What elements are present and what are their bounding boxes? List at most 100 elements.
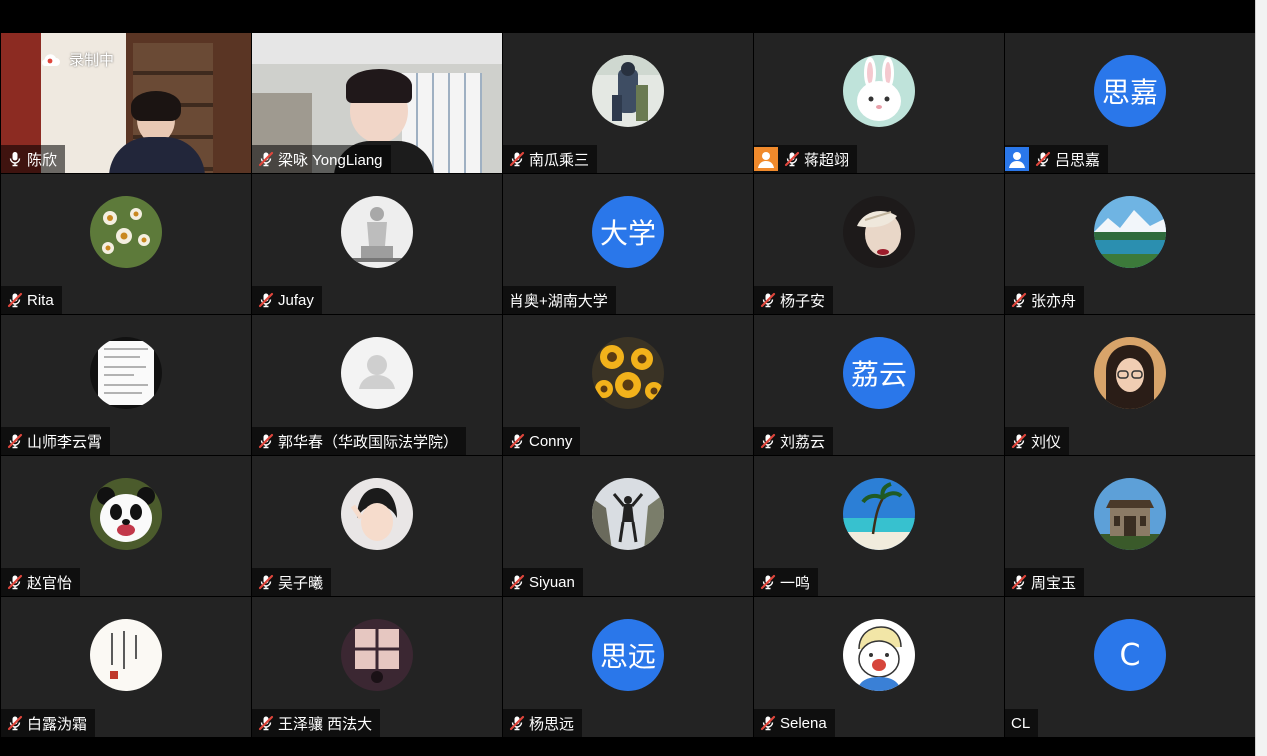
- mic-muted-icon: [509, 433, 525, 449]
- photo-lake-icon: [1094, 196, 1166, 268]
- participant-tile[interactable]: 荔云刘荔云: [754, 315, 1004, 455]
- cloud-record-icon: [39, 52, 61, 68]
- name-plate: 梁咏 YongLiang: [252, 145, 391, 173]
- recording-indicator: 录制中: [39, 49, 114, 70]
- participant-name: 吴子曦: [278, 574, 324, 592]
- participant-name: 周宝玉: [1031, 574, 1077, 592]
- participant-tile[interactable]: 张亦舟: [1005, 174, 1255, 314]
- cohost-blue-icon: [1005, 147, 1029, 171]
- photo-hiker-icon: [592, 478, 664, 550]
- mic-muted-icon: [258, 715, 274, 731]
- photo-boy-icon: [341, 478, 413, 550]
- name-plate: Jufay: [252, 286, 322, 314]
- mic-muted-icon: [1011, 574, 1027, 590]
- photo-cartoon-icon: [843, 619, 915, 691]
- participant-tile[interactable]: Conny: [503, 315, 753, 455]
- participant-tile[interactable]: 蒋超翊: [754, 33, 1004, 173]
- participant-tile[interactable]: 杨子安: [754, 174, 1004, 314]
- participant-tile[interactable]: 吴子曦: [252, 456, 502, 596]
- participant-name: Siyuan: [529, 573, 575, 591]
- mic-muted-icon: [7, 715, 23, 731]
- mic-muted-icon: [7, 292, 23, 308]
- mic-muted-icon: [1011, 292, 1027, 308]
- participant-name: 杨思远: [529, 715, 575, 733]
- name-plate: 山师李云霄: [1, 427, 111, 455]
- participant-name: 山师李云霄: [27, 433, 103, 451]
- mic-muted-icon: [258, 292, 274, 308]
- mic-muted-icon: [784, 151, 800, 167]
- mic-muted-icon: [509, 151, 525, 167]
- participant-tile[interactable]: 白露沩霜: [1, 597, 251, 737]
- participant-tile[interactable]: 梁咏 YongLiang: [252, 33, 502, 173]
- name-plate: 郭华春（华政国际法学院）: [252, 427, 467, 455]
- photo-calligraphy-icon: [90, 619, 162, 691]
- participant-tile[interactable]: C CL: [1005, 597, 1255, 737]
- name-plate: 蒋超翊: [754, 145, 858, 173]
- photo-person-icon: [592, 55, 664, 127]
- participant-name: 陈欣: [27, 151, 58, 169]
- avatar: C: [1094, 619, 1166, 691]
- name-plate: Conny: [503, 427, 581, 455]
- participant-tile[interactable]: Rita: [1, 174, 251, 314]
- mic-muted-icon: [760, 715, 776, 731]
- participant-tile[interactable]: 郭华春（华政国际法学院）: [252, 315, 502, 455]
- mic-icon: [7, 151, 23, 167]
- mic-muted-icon: [7, 574, 23, 590]
- participant-tile[interactable]: 南瓜乘三: [503, 33, 753, 173]
- avatar: 大学: [592, 196, 664, 268]
- participant-name: 杨子安: [780, 292, 826, 310]
- recording-label: 录制中: [69, 52, 115, 69]
- participant-name: 郭华春（华政国际法学院）: [278, 433, 459, 451]
- participant-name: 蒋超翊: [804, 151, 850, 169]
- mic-muted-icon: [509, 715, 525, 731]
- participant-name: 刘仪: [1031, 433, 1062, 451]
- mic-muted-icon: [760, 292, 776, 308]
- participant-tile[interactable]: Selena: [754, 597, 1004, 737]
- name-plate: CL: [1005, 709, 1039, 737]
- participant-name: 梁咏 YongLiang: [278, 151, 383, 169]
- mic-muted-icon: [760, 433, 776, 449]
- participant-name: 吕思嘉: [1055, 151, 1101, 169]
- mic-muted-icon: [509, 574, 525, 590]
- name-plate: 王泽骧 西法大: [252, 709, 381, 737]
- participant-tile[interactable]: 录制中陈欣: [1, 33, 251, 173]
- photo-beach-icon: [843, 478, 915, 550]
- name-plate: 杨思远: [503, 709, 583, 737]
- name-plate: 一鸣: [754, 568, 819, 596]
- default-user-icon: [341, 337, 413, 409]
- name-plate: 白露沩霜: [1, 709, 96, 737]
- participant-name: Selena: [780, 714, 827, 732]
- participant-tile[interactable]: Jufay: [252, 174, 502, 314]
- window-right-edge: [1255, 0, 1267, 756]
- name-plate: Rita: [1, 286, 62, 314]
- name-plate: 刘仪: [1005, 427, 1070, 455]
- photo-window-icon: [341, 619, 413, 691]
- mic-muted-icon: [258, 433, 274, 449]
- photo-bunny-icon: [843, 55, 915, 127]
- participant-tile[interactable]: 山师李云霄: [1, 315, 251, 455]
- participant-tile[interactable]: 王泽骧 西法大: [252, 597, 502, 737]
- host-orange-icon: [754, 147, 778, 171]
- name-plate: 吴子曦: [252, 568, 332, 596]
- name-plate: 吕思嘉: [1005, 145, 1109, 173]
- participant-tile[interactable]: Siyuan: [503, 456, 753, 596]
- photo-panda-icon: [90, 478, 162, 550]
- mic-muted-icon: [1011, 433, 1027, 449]
- participant-name: Conny: [529, 432, 573, 450]
- participant-name: 赵官怡: [27, 574, 73, 592]
- participant-name: 王泽骧 西法大: [278, 715, 373, 733]
- name-plate: 杨子安: [754, 286, 834, 314]
- participant-tile[interactable]: 周宝玉: [1005, 456, 1255, 596]
- participant-tile[interactable]: 大学 肖奥+湖南大学: [503, 174, 753, 314]
- avatar: 荔云: [843, 337, 915, 409]
- name-plate: 张亦舟: [1005, 286, 1085, 314]
- participant-name: 刘荔云: [780, 433, 826, 451]
- participant-tile[interactable]: 思嘉吕思嘉: [1005, 33, 1255, 173]
- participant-tile[interactable]: 一鸣: [754, 456, 1004, 596]
- participant-name: 张亦舟: [1031, 292, 1077, 310]
- avatar: 思嘉: [1094, 55, 1166, 127]
- name-plate: 周宝玉: [1005, 568, 1085, 596]
- participant-tile[interactable]: 思远 杨思远: [503, 597, 753, 737]
- participant-tile[interactable]: 赵官怡: [1, 456, 251, 596]
- participant-tile[interactable]: 刘仪: [1005, 315, 1255, 455]
